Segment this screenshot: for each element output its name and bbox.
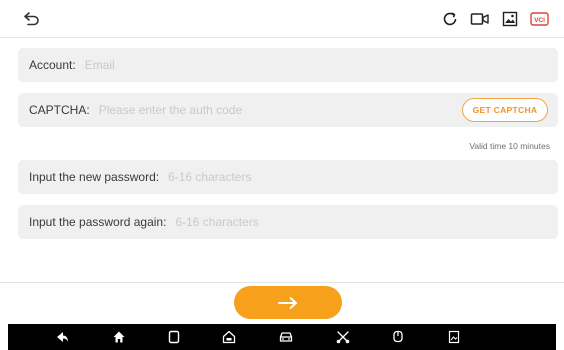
gallery-icon[interactable] [500, 10, 520, 28]
captcha-valid-note: Valid time 10 minutes [469, 141, 550, 151]
top-bar: VCI [0, 0, 564, 38]
vehicle-icon[interactable] [278, 329, 294, 345]
captcha-field[interactable]: CAPTCHA: Please enter the auth code GET … [18, 93, 558, 127]
confirm-password-placeholder[interactable]: 6-16 characters [175, 215, 258, 229]
next-button[interactable] [234, 286, 342, 319]
confirm-password-label: Input the password again: [29, 215, 167, 229]
home-icon[interactable] [111, 329, 127, 345]
get-captcha-button[interactable]: GET CAPTCHA [462, 98, 548, 122]
recent-apps-icon[interactable] [166, 329, 182, 345]
garage-home-icon[interactable] [221, 329, 237, 345]
new-password-label: Input the new password: [29, 170, 160, 184]
account-label: Account: [29, 58, 76, 72]
captcha-label: CAPTCHA: [29, 103, 90, 117]
new-password-field[interactable]: Input the new password: 6-16 characters [18, 160, 558, 194]
arrow-right-icon [278, 296, 297, 309]
back-arrow-icon[interactable] [22, 10, 42, 28]
tools-icon[interactable] [335, 329, 351, 345]
header-tools: VCI [440, 10, 550, 28]
new-password-placeholder[interactable]: 6-16 characters [168, 170, 251, 184]
system-nav-bar [8, 324, 556, 350]
captcha-placeholder[interactable]: Please enter the auth code [99, 103, 242, 117]
refresh-icon[interactable] [440, 10, 460, 28]
vci-label: VCI [534, 17, 545, 24]
vci-icon[interactable]: VCI [530, 10, 550, 28]
video-record-icon[interactable] [470, 10, 490, 28]
back-icon[interactable] [54, 329, 70, 345]
account-field[interactable]: Account: Email [18, 48, 558, 82]
vci-connect-icon[interactable] [390, 329, 406, 345]
confirm-password-field[interactable]: Input the password again: 6-16 character… [18, 205, 558, 239]
bottom-divider [0, 282, 564, 283]
screenshot-icon[interactable] [446, 329, 462, 345]
account-placeholder[interactable]: Email [85, 58, 115, 72]
